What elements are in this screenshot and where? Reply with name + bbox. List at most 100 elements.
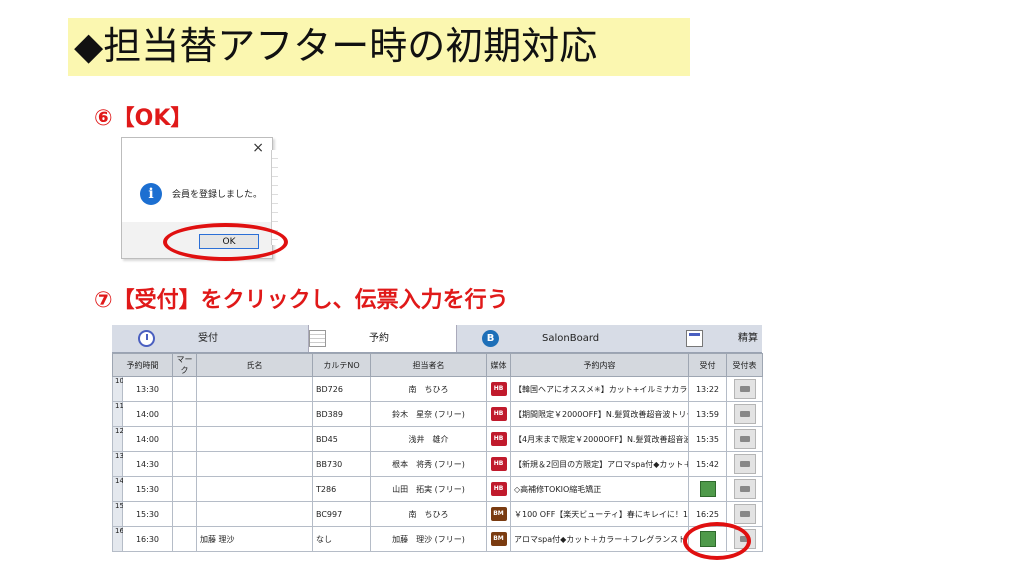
name-cell: 加藤 理沙 <box>196 526 313 552</box>
checkin-time: 13:59 <box>688 401 727 427</box>
tab-label: 予約 <box>369 333 389 344</box>
content-text: 【期間限定￥2000OFF】N.髪質改善超音波トリー <box>514 409 688 419</box>
col-header-staff: 担当者名 <box>370 353 487 377</box>
slip-cell <box>726 451 763 477</box>
col-header-checkin: 受付 <box>688 353 727 377</box>
tab-label: 受付 <box>198 333 218 344</box>
source-cell: HB <box>486 376 511 402</box>
col-header-slip: 受付表 <box>726 353 763 377</box>
reservation-table: 予約時間 マーク 氏名 カルテNO 担当者名 媒体 予約内容 受付 受付表 10… <box>112 353 763 552</box>
karte-cell: BC997 <box>312 501 371 527</box>
close-icon[interactable]: × <box>252 140 264 156</box>
page-title: ◆担当替アフター時の初期対応 <box>74 24 598 68</box>
hotpepper-badge: HB <box>490 482 507 496</box>
staff-cell: 南 ちひろ <box>370 376 487 402</box>
col-header-mark: マーク <box>172 353 197 377</box>
table-row[interactable]: 10 13:30 BD726 南 ちひろ HB 【韓国ヘアにオススメ✳】カット+… <box>112 376 763 402</box>
document-icon <box>686 330 703 347</box>
name-cell <box>196 376 313 402</box>
tab-salonboard[interactable]: B SalonBoard <box>456 325 686 352</box>
karte-cell: BD726 <box>312 376 371 402</box>
checkin-button[interactable] <box>699 481 716 497</box>
staff-cell: 鈴木 星奈 (フリー) <box>370 401 487 427</box>
table-row[interactable]: 15 15:30 BC997 南 ちひろ BM ￥100 OFF【楽天ビューティ… <box>112 501 763 527</box>
content-cell: 【韓国ヘアにオススメ✳】カット+イルミナカラー+フレグ <box>510 376 689 402</box>
slot-number: 16 <box>112 526 124 552</box>
checkin-cell <box>688 476 727 502</box>
beauty-media-badge: BM <box>490 507 507 521</box>
printer-icon[interactable] <box>733 404 756 424</box>
slip-cell <box>726 401 763 427</box>
slot-number: 11 <box>112 401 124 427</box>
checkin-highlight-circle <box>683 522 751 560</box>
table-row[interactable]: 13 14:30 BB730 根本 将秀 (フリー) HB 【新規＆2回目の方限… <box>112 451 763 477</box>
tab-reservation[interactable]: 予約 <box>308 325 457 352</box>
karte-cell: BD389 <box>312 401 371 427</box>
slot-number: 15 <box>112 501 124 527</box>
mark-cell <box>172 476 197 502</box>
clock-icon <box>138 330 155 347</box>
time-cell: 16:30 <box>122 526 173 552</box>
checkin-time: 15:42 <box>688 451 727 477</box>
name-cell <box>196 426 313 452</box>
salonboard-icon: B <box>482 330 499 347</box>
name-cell <box>196 401 313 427</box>
time-cell: 13:30 <box>122 376 173 402</box>
printer-icon[interactable] <box>733 504 756 524</box>
tab-checkin[interactable]: 受付 <box>112 325 308 352</box>
step-6-heading: ⑥【OK】 <box>94 106 193 131</box>
printer-icon[interactable] <box>733 479 756 499</box>
content-text: ￥100 OFF【楽天ビューティ】春にキレイに！100円 <box>514 509 688 519</box>
slot-number: 14 <box>112 476 124 502</box>
table-row[interactable]: 12 14:00 BD45 浅井 雄介 HB 【4月末まで限定￥2000OFF】… <box>112 426 763 452</box>
hotpepper-badge: HB <box>490 407 507 421</box>
source-cell: HB <box>486 476 511 502</box>
staff-cell: 加藤 理沙 (フリー) <box>370 526 487 552</box>
staff-cell: 浅井 雄介 <box>370 426 487 452</box>
content-text: 【新規＆2回目の方限定】アロマspa付◆カット＋カ <box>514 459 688 469</box>
content-cell: 【4月末まで限定￥2000OFF】N.髪質改善超音波 <box>510 426 689 452</box>
content-text: ◇高補修TOKIO縮毛矯正 <box>514 484 602 494</box>
time-cell: 15:30 <box>122 476 173 502</box>
table-row[interactable]: 16 16:30 加藤 理沙 なし 加藤 理沙 (フリー) BM アロマspa付… <box>112 526 763 552</box>
time-cell: 14:00 <box>122 426 173 452</box>
table-row[interactable]: 11 14:00 BD389 鈴木 星奈 (フリー) HB 【期間限定￥2000… <box>112 401 763 427</box>
ok-highlight-circle <box>163 223 288 261</box>
karte-cell: T286 <box>312 476 371 502</box>
staff-cell: 根本 将秀 (フリー) <box>370 451 487 477</box>
tab-settlement[interactable]: 精算 <box>686 325 762 352</box>
slip-cell <box>726 376 763 402</box>
mark-cell <box>172 376 197 402</box>
source-cell: BM <box>486 526 511 552</box>
beauty-media-badge: BM <box>490 532 507 546</box>
name-cell <box>196 476 313 502</box>
slot-number: 12 <box>112 426 124 452</box>
staff-cell: 南 ちひろ <box>370 501 487 527</box>
printer-icon[interactable] <box>733 454 756 474</box>
checkin-time: 15:35 <box>688 426 727 452</box>
time-cell: 14:30 <box>122 451 173 477</box>
mark-cell <box>172 401 197 427</box>
slot-number: 10 <box>112 376 124 402</box>
tab-label: SalonBoard <box>542 333 600 344</box>
table-row[interactable]: 14 15:30 T286 山田 拓実 (フリー) HB ◇高補修TOKIO縮毛… <box>112 476 763 502</box>
info-icon: i <box>140 183 162 205</box>
source-cell: BM <box>486 501 511 527</box>
content-text: 【4月末まで限定￥2000OFF】N.髪質改善超音波 <box>514 434 688 444</box>
content-cell: 【新規＆2回目の方限定】アロマspa付◆カット＋カ <box>510 451 689 477</box>
mark-cell <box>172 526 197 552</box>
printer-icon[interactable] <box>733 429 756 449</box>
tab-label: 精算 <box>738 333 758 344</box>
col-header-content: 予約内容 <box>510 353 689 377</box>
hotpepper-badge: HB <box>490 382 507 396</box>
slip-cell <box>726 476 763 502</box>
content-cell: 【期間限定￥2000OFF】N.髪質改善超音波トリー <box>510 401 689 427</box>
hotpepper-badge: HB <box>490 432 507 446</box>
mark-cell <box>172 451 197 477</box>
karte-cell: なし <box>312 526 371 552</box>
dialog-body <box>122 138 272 222</box>
source-cell: HB <box>486 451 511 477</box>
slip-cell <box>726 501 763 527</box>
printer-icon[interactable] <box>733 379 756 399</box>
source-cell: HB <box>486 401 511 427</box>
